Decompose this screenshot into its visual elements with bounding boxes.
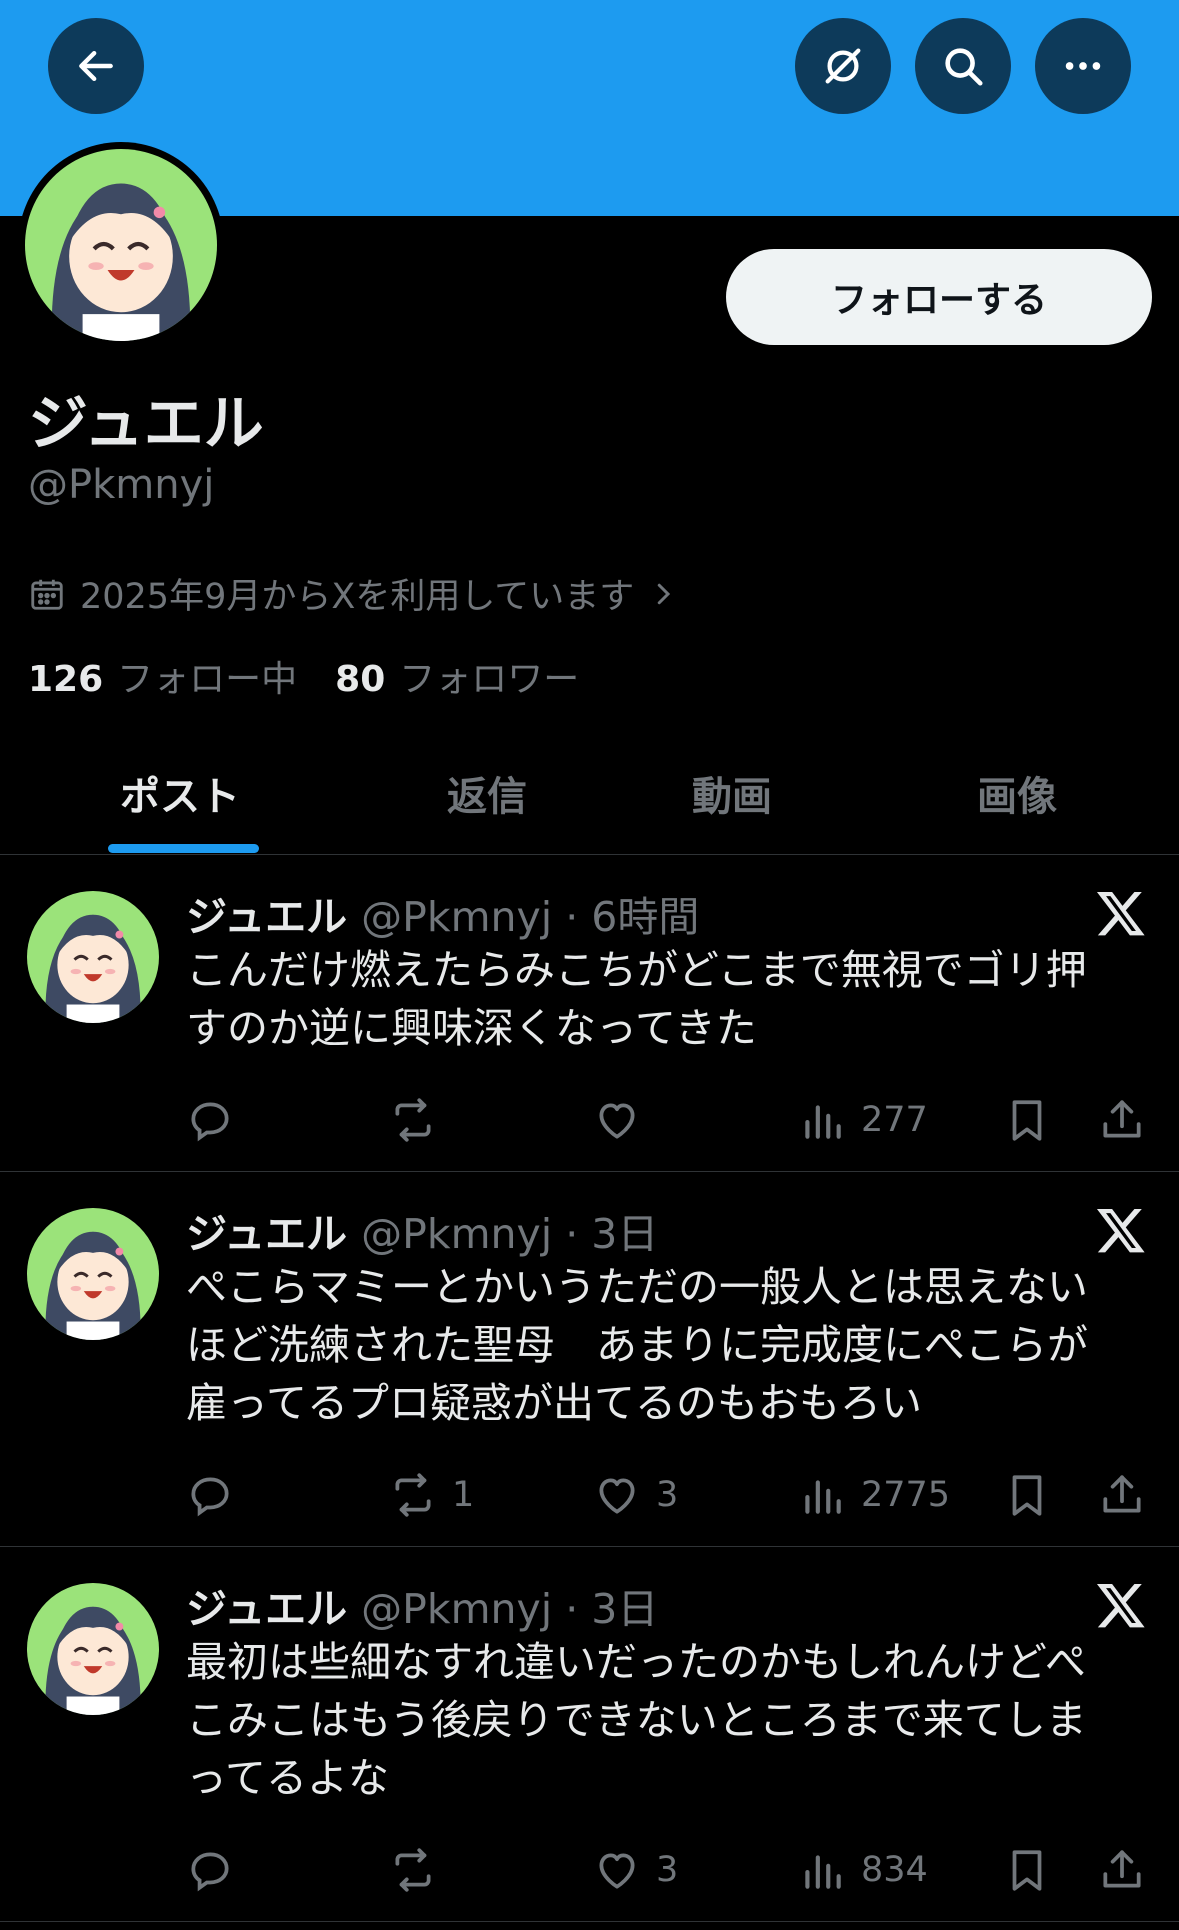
like-button[interactable] — [592, 1095, 656, 1145]
like-button[interactable]: 3 — [592, 1845, 678, 1895]
avatar-illustration — [27, 1208, 159, 1340]
post-header: ジュエル @Pkmnyj · 3日 — [186, 1200, 658, 1260]
heart-icon — [599, 1853, 635, 1889]
joined-date[interactable]: 2025年9月からXを利用しています — [28, 568, 678, 619]
repost-icon — [395, 1098, 431, 1142]
like-count: 3 — [656, 1850, 679, 1890]
repost-button[interactable] — [388, 1845, 452, 1895]
share-icon — [1103, 1100, 1141, 1138]
share-button[interactable] — [1097, 1095, 1147, 1145]
tab-replies[interactable]: 返信 — [447, 764, 527, 822]
post-text: 最初は些細なすれ違いだったのかもしれんけどぺこみこはもう後戻りできないところまで… — [186, 1638, 1087, 1802]
calendar-icon — [31, 579, 63, 610]
reply-button[interactable] — [185, 1470, 235, 1520]
profile-handle: @Pkmnyj — [28, 462, 215, 508]
post-actions: 1 3 2775 — [0, 1470, 1179, 1530]
repost-button[interactable] — [388, 1095, 452, 1145]
search-button[interactable] — [915, 18, 1011, 114]
chevron-right-icon — [658, 583, 671, 604]
heart-icon — [599, 1103, 635, 1139]
more-button[interactable] — [1035, 18, 1131, 114]
tab-videos[interactable]: 動画 — [692, 764, 772, 822]
reply-button[interactable] — [185, 1095, 235, 1145]
view-count: 277 — [861, 1100, 928, 1140]
post[interactable]: ジュエル @Pkmnyj · 3日 最初は些細なすれ違いだったのかもしれんけどぺこ… — [0, 1547, 1179, 1922]
share-button[interactable] — [1097, 1470, 1147, 1520]
followers-count: 80 — [335, 659, 386, 700]
profile-tabs: ポスト 返信 動画 画像 — [0, 740, 1179, 855]
post-author-name[interactable]: ジュエル — [186, 1585, 347, 1633]
post-text: こんだけ燃えたらみこちがどこまで無視でゴリ押すのか逆に興味深くなってきた — [186, 946, 1087, 1052]
bookmark-icon — [1012, 1850, 1042, 1891]
following-count: 126 — [28, 659, 104, 700]
profile-name: ジュエル — [28, 389, 264, 459]
followers-stat[interactable]: 80 フォロワー — [335, 650, 579, 702]
following-label: フォロー中 — [117, 659, 298, 700]
tab-images[interactable]: 画像 — [977, 764, 1057, 822]
analytics-icon — [805, 1480, 841, 1514]
reply-icon — [191, 1102, 229, 1142]
search-icon — [945, 48, 983, 86]
avatar-illustration — [27, 1583, 159, 1715]
post-actions: 3 834 — [0, 1845, 1179, 1905]
post-author-name[interactable]: ジュエル — [186, 1210, 347, 1258]
x-logo-icon — [1096, 891, 1145, 936]
avatar-illustration — [27, 891, 159, 1023]
share-button[interactable] — [1097, 1845, 1147, 1895]
tab-posts[interactable]: ポスト — [120, 764, 240, 822]
back-button[interactable] — [48, 18, 144, 114]
repost-icon — [395, 1473, 431, 1517]
bookmark-button[interactable] — [1002, 1470, 1052, 1520]
share-icon — [1103, 1475, 1141, 1513]
view-count: 834 — [861, 1850, 928, 1890]
follow-button[interactable]: フォローする — [726, 249, 1152, 345]
post-meta: @Pkmnyj · 6時間 — [361, 893, 700, 941]
avatar-illustration — [25, 149, 217, 341]
post-text: ぺこらマミーとかいうただの一般人とは思えないほど洗練された聖母 あまりに完成度に… — [186, 1263, 1088, 1427]
x-logo-icon — [1096, 1208, 1145, 1253]
analytics-icon — [805, 1855, 841, 1889]
bookmark-button[interactable] — [1002, 1845, 1052, 1895]
bookmark-icon — [1012, 1100, 1042, 1141]
joined-text: 2025年9月からXを利用しています — [80, 577, 635, 617]
slash-circle-icon — [825, 48, 861, 84]
post[interactable]: ジュエル @Pkmnyj · 6時間 こんだけ燃えたらみこちがどこまで無視でゴリ押… — [0, 855, 1179, 1172]
post-meta: @Pkmnyj · 3日 — [361, 1585, 659, 1633]
bookmark-icon — [1012, 1475, 1042, 1516]
like-count: 3 — [656, 1475, 679, 1515]
reply-icon — [191, 1477, 229, 1517]
repost-count: 1 — [452, 1475, 475, 1515]
analytics-icon — [805, 1105, 841, 1139]
following-stat[interactable]: 126 フォロー中 — [28, 650, 297, 702]
reply-icon — [191, 1852, 229, 1892]
views-button[interactable]: 277 — [797, 1095, 928, 1145]
view-count: 2775 — [861, 1475, 951, 1515]
post-actions: 277 — [0, 1095, 1179, 1155]
post-header: ジュエル @Pkmnyj · 3日 — [186, 1575, 658, 1635]
grok-button[interactable] — [795, 18, 891, 114]
bookmark-button[interactable] — [1002, 1095, 1052, 1145]
post-avatar[interactable] — [27, 1583, 159, 1715]
post[interactable]: ジュエル @Pkmnyj · 3日 ぺこらマミーとかいうただの一般人とは思えないほ… — [0, 1172, 1179, 1547]
post-header: ジュエル @Pkmnyj · 6時間 — [186, 883, 699, 943]
reply-button[interactable] — [185, 1845, 235, 1895]
heart-icon — [599, 1478, 635, 1514]
views-button[interactable]: 2775 — [797, 1470, 950, 1520]
post-author-name[interactable]: ジュエル — [186, 893, 347, 941]
like-button[interactable]: 3 — [592, 1470, 678, 1520]
profile-avatar[interactable] — [18, 142, 224, 348]
post-avatar[interactable] — [27, 891, 159, 1023]
arrow-left-icon — [79, 50, 113, 82]
repost-icon — [395, 1848, 431, 1892]
share-icon — [1103, 1850, 1141, 1888]
followers-label: フォロワー — [399, 659, 580, 700]
more-horizontal-icon — [1065, 62, 1101, 70]
repost-button[interactable]: 1 — [388, 1470, 474, 1520]
post-avatar[interactable] — [27, 1208, 159, 1340]
x-logo-icon — [1096, 1583, 1145, 1628]
post-meta: @Pkmnyj · 3日 — [361, 1210, 659, 1258]
views-button[interactable]: 834 — [797, 1845, 928, 1895]
active-tab-indicator — [108, 844, 259, 853]
